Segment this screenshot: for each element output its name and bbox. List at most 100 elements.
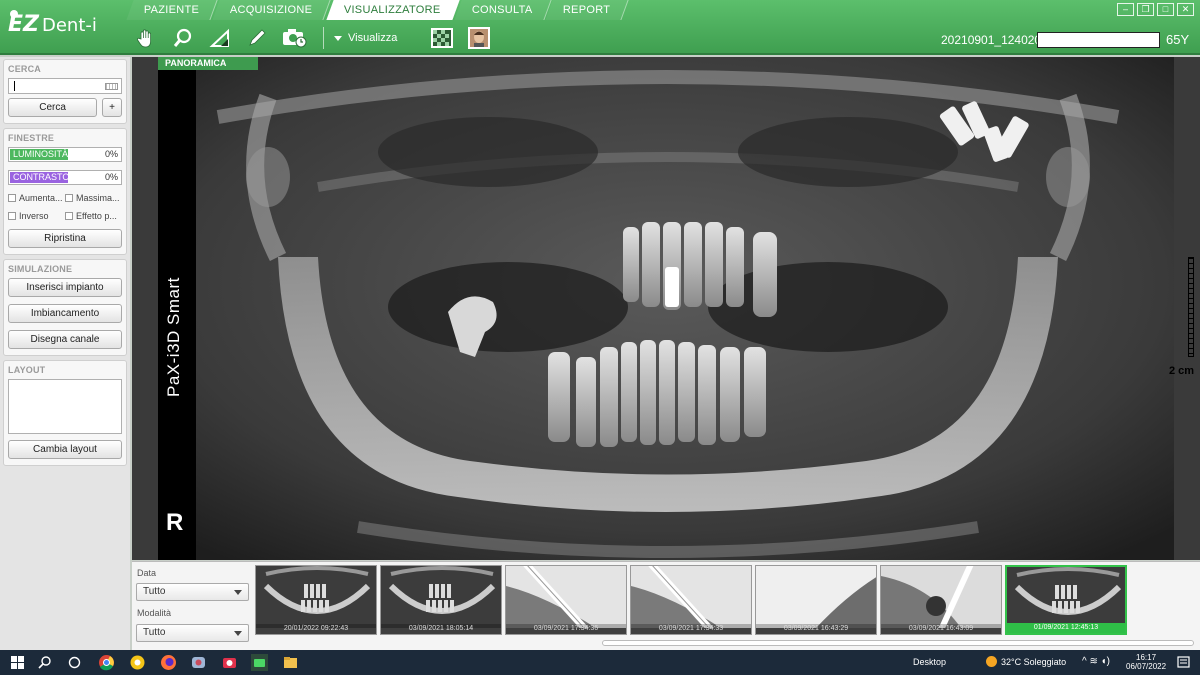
thumbnail-image bbox=[1007, 567, 1125, 629]
tab-acquisizione[interactable]: ACQUISIZIONE bbox=[212, 0, 332, 20]
invert-checkbox[interactable]: Inverso bbox=[8, 211, 65, 221]
clock-time: 16:17 bbox=[1136, 653, 1157, 662]
thumbnail-item[interactable]: 03/09/2021 16:43:29 bbox=[755, 565, 877, 635]
minimize-button[interactable]: – bbox=[1117, 3, 1134, 16]
contrast-label: CONTRASTO bbox=[13, 172, 70, 182]
draw-canal-button[interactable]: Disegna canale bbox=[8, 330, 122, 349]
pan-hand-icon[interactable] bbox=[132, 24, 160, 52]
app-yellow-icon[interactable] bbox=[129, 654, 146, 671]
thumbnail-item[interactable]: 01/09/2021 12:45:13 bbox=[1005, 565, 1127, 635]
tab-visualizzatore[interactable]: VISUALIZZATORE bbox=[326, 0, 460, 20]
search-button[interactable]: Cerca bbox=[8, 98, 98, 117]
thumbnail-image bbox=[631, 566, 751, 633]
search-input[interactable] bbox=[8, 78, 122, 94]
image-viewer[interactable]: PANORAMICA PaX-i3D Smart R 2 cm bbox=[132, 57, 1200, 560]
windows-group: FINESTRE LUMINOSITÀ 0% CONTRASTO 0% Aume… bbox=[3, 128, 127, 255]
thumbnail-panel: Data Tutto Modalità Tutto 20/01/2022 09:… bbox=[132, 561, 1200, 650]
layout-group: LAYOUT Cambia layout bbox=[3, 360, 127, 466]
layout-title: LAYOUT bbox=[8, 365, 46, 375]
toolbar-separator bbox=[323, 27, 324, 49]
scale-ruler bbox=[1188, 257, 1194, 357]
add-search-button[interactable]: + bbox=[102, 98, 122, 117]
magnifier-icon[interactable] bbox=[169, 24, 197, 52]
thumbnail-item[interactable]: 03/09/2021 16:43:09 bbox=[880, 565, 1002, 635]
brightness-label: LUMINOSITÀ bbox=[13, 149, 69, 159]
thumbnail-scrollbar[interactable] bbox=[602, 640, 1194, 646]
effect-checkbox[interactable]: Effetto p... bbox=[65, 211, 122, 221]
thumbnail-date: 03/09/2021 17:34:33 bbox=[631, 624, 751, 634]
window-controls: – ❐ □ ✕ bbox=[1117, 3, 1194, 16]
face-portrait-icon[interactable] bbox=[465, 24, 493, 52]
sun-icon bbox=[986, 656, 997, 667]
clock[interactable]: 16:17 06/07/2022 bbox=[1126, 653, 1166, 671]
pencil-icon[interactable] bbox=[243, 24, 271, 52]
thumbnail-item[interactable]: 03/09/2021 18:05:14 bbox=[380, 565, 502, 635]
date-filter-label: Data bbox=[137, 568, 157, 578]
simulation-title: SIMULAZIONE bbox=[8, 264, 73, 274]
ezdent-app-icon[interactable] bbox=[251, 654, 268, 671]
view-dropdown-label: Visualizza bbox=[348, 32, 398, 44]
device-name: PaX-i3D Smart bbox=[164, 277, 183, 397]
notification-icon[interactable] bbox=[1175, 654, 1192, 671]
view-dropdown[interactable]: Visualizza bbox=[323, 27, 397, 49]
enhance-checkbox[interactable]: Aumenta... bbox=[8, 193, 65, 203]
checkbox-box bbox=[8, 194, 16, 202]
desktop-toolbar-label[interactable]: Desktop bbox=[913, 657, 946, 667]
text-caret bbox=[14, 81, 15, 91]
main-tabs: PAZIENTE ACQUISIZIONE VISUALIZZATORE CON… bbox=[126, 0, 630, 20]
restore-button[interactable]: ❐ bbox=[1137, 3, 1154, 16]
thumbnail-date: 03/09/2021 17:34:36 bbox=[506, 624, 626, 634]
weather-widget[interactable]: 32°C Soleggiato bbox=[986, 656, 1066, 667]
thumbnail-image bbox=[256, 566, 376, 628]
contrast-slider[interactable]: CONTRASTO 0% bbox=[8, 170, 122, 185]
windows-start-icon[interactable] bbox=[9, 654, 26, 671]
close-button[interactable]: ✕ bbox=[1177, 3, 1194, 16]
weather-text: 32°C Soleggiato bbox=[1001, 656, 1067, 667]
camera-capture-icon[interactable] bbox=[280, 24, 308, 52]
tab-report[interactable]: REPORT bbox=[545, 0, 630, 20]
keyboard-icon[interactable] bbox=[105, 83, 118, 90]
reset-button[interactable]: Ripristina bbox=[8, 229, 122, 248]
chevron-down-icon bbox=[234, 631, 242, 636]
checkerboard-icon[interactable] bbox=[428, 24, 456, 52]
logo-sub: Dent-i bbox=[41, 15, 97, 36]
thumbnail-item[interactable]: 03/09/2021 17:34:36 bbox=[505, 565, 627, 635]
chrome-icon[interactable] bbox=[98, 654, 115, 671]
left-panel: CERCA Cerca + FINESTRE LUMINOSITÀ 0% CON… bbox=[0, 57, 130, 650]
app-gear-icon[interactable] bbox=[190, 654, 207, 671]
panoramic-xray-image[interactable] bbox=[158, 57, 1174, 560]
clock-date: 06/07/2022 bbox=[1126, 662, 1167, 671]
whitening-button[interactable]: Imbiancamento bbox=[8, 304, 122, 323]
checkbox-box bbox=[8, 212, 16, 220]
modality-filter-select[interactable]: Tutto bbox=[136, 624, 249, 642]
checkbox-box bbox=[65, 194, 73, 202]
thumbnail-image bbox=[756, 566, 876, 628]
date-filter-value: Tutto bbox=[143, 586, 166, 597]
layout-preview[interactable] bbox=[8, 379, 122, 434]
task-view-icon[interactable] bbox=[66, 654, 83, 671]
angle-icon[interactable] bbox=[206, 24, 234, 52]
app-camera-icon[interactable] bbox=[221, 654, 238, 671]
thumbnail-item[interactable]: 03/09/2021 17:34:33 bbox=[630, 565, 752, 635]
thumbnail-item[interactable]: 20/01/2022 09:22:43 bbox=[255, 565, 377, 635]
system-tray-icons[interactable]: ^ ≋ ◖) bbox=[1082, 656, 1110, 667]
brightness-slider[interactable]: LUMINOSITÀ 0% bbox=[8, 147, 122, 162]
date-filter-select[interactable]: Tutto bbox=[136, 583, 249, 601]
dropdown-arrow-icon bbox=[334, 35, 342, 41]
tab-paziente[interactable]: PAZIENTE bbox=[126, 0, 219, 20]
maximize-button[interactable]: □ bbox=[1157, 3, 1174, 16]
firefox-icon[interactable] bbox=[160, 654, 177, 671]
chevron-down-icon bbox=[234, 590, 242, 595]
thumbnail-date: 03/09/2021 16:43:29 bbox=[756, 624, 876, 634]
view-mode-tab[interactable]: PANORAMICA bbox=[158, 57, 258, 70]
tab-consulta[interactable]: CONSULTA bbox=[453, 0, 551, 20]
windows-taskbar: Desktop 32°C Soleggiato ^ ≋ ◖) 16:17 06/… bbox=[0, 650, 1200, 675]
change-layout-button[interactable]: Cambia layout bbox=[8, 440, 122, 459]
file-explorer-icon[interactable] bbox=[282, 654, 299, 671]
insert-implant-button[interactable]: Inserisci impianto bbox=[8, 278, 122, 297]
search-icon[interactable] bbox=[37, 654, 54, 671]
app-header: EZ Dent-i PAZIENTE ACQUISIZIONE VISUALIZZ… bbox=[0, 0, 1200, 55]
maximize-checkbox[interactable]: Massima... bbox=[65, 193, 122, 203]
patient-age: 65Y bbox=[1166, 32, 1190, 47]
simulation-group: SIMULAZIONE Inserisci impianto Imbiancam… bbox=[3, 259, 127, 356]
